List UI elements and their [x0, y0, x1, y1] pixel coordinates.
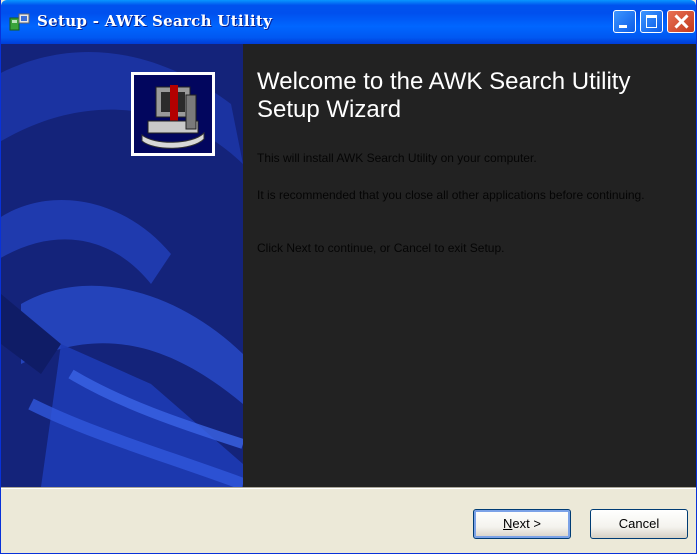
continue-instructions: Click Next to continue, or Cancel to exi… [257, 241, 505, 255]
wizard-content: Welcome to the AWK Search Utility Setup … [1, 44, 696, 487]
close-apps-recommendation: It is recommended that you close all oth… [257, 188, 645, 202]
next-button[interactable]: Next > [473, 509, 571, 539]
next-label: ext > [512, 516, 541, 531]
installer-logo [131, 72, 215, 156]
wizard-heading: Welcome to the AWK Search Utility Setup … [257, 68, 631, 123]
install-description: This will install AWK Search Utility on … [257, 151, 537, 165]
wizard-sidebar-image [1, 44, 243, 487]
setup-icon [9, 13, 30, 31]
title-bar[interactable]: Setup - AWK Search Utility [1, 0, 696, 44]
setup-window: Setup - AWK Search Utility Welcome to th… [0, 0, 697, 554]
computer-install-icon [141, 85, 205, 149]
button-separator [1, 487, 696, 489]
window-title: Setup - AWK Search Utility [37, 12, 273, 30]
close-button[interactable] [667, 10, 695, 33]
minimize-button[interactable] [613, 10, 636, 33]
maximize-button[interactable] [640, 10, 663, 33]
next-mnemonic: N [503, 516, 513, 531]
cancel-button[interactable]: Cancel [590, 509, 688, 539]
